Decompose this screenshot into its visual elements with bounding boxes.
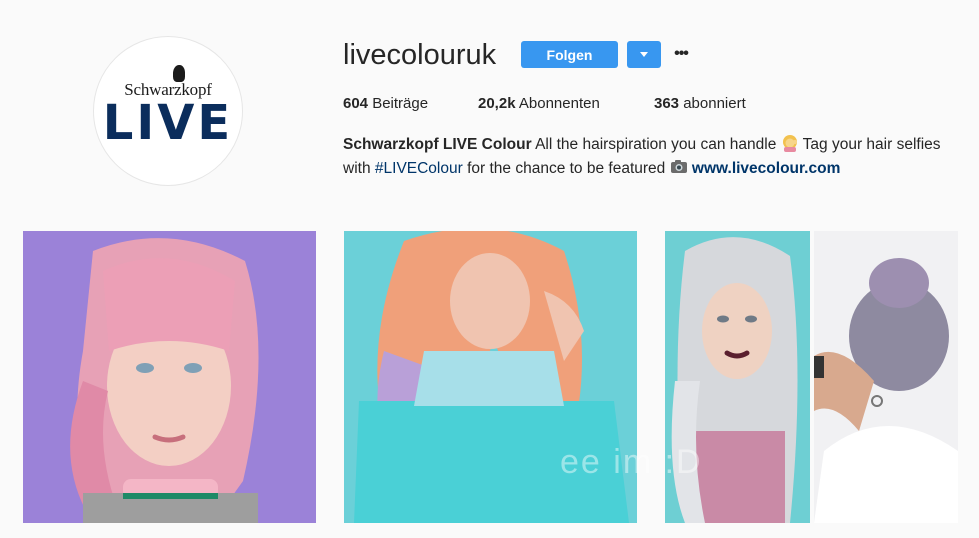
posts-label: Beiträge <box>372 95 429 112</box>
bio-name: Schwarzkopf LIVE Colour <box>343 136 532 153</box>
profile-username: livecolouruk <box>343 39 497 71</box>
stat-followers[interactable]: 20,2k Abonnenten <box>478 94 600 114</box>
woman-tipping-hand-icon <box>782 135 797 152</box>
suggestions-dropdown-button[interactable] <box>627 41 661 68</box>
bio-hashtag-link[interactable]: #LIVEColour <box>375 160 463 177</box>
stat-following[interactable]: 363 abonniert <box>654 94 746 114</box>
profile-avatar[interactable]: Schwarzkopf LIVE <box>93 36 243 186</box>
more-options-button[interactable]: ••• <box>672 43 690 65</box>
silhouette-icon <box>173 65 185 82</box>
followers-label: Abonnenten <box>518 95 600 112</box>
following-count: 363 <box>654 95 680 112</box>
following-label: abonniert <box>683 95 746 112</box>
post-grey-bun-image <box>814 231 958 523</box>
caret-down-icon <box>640 52 648 57</box>
bio-text-3: for the chance to be featured <box>467 160 666 177</box>
watermark-text: ee im :D <box>560 443 703 481</box>
profile-bio: Schwarzkopf LIVE Colour All the hairspir… <box>343 133 943 181</box>
bio-website-link[interactable]: www.livecolour.com <box>692 160 840 177</box>
camera-icon <box>670 160 687 173</box>
posts-count: 604 <box>343 95 369 112</box>
post-tile[interactable] <box>814 231 958 523</box>
bio-text-1: All the hairspiration you can handle <box>535 136 777 153</box>
followers-count: 20,2k <box>478 95 516 112</box>
post-pink-hair-image <box>23 231 316 523</box>
avatar-brand-main: LIVE <box>102 95 234 151</box>
follow-button[interactable]: Folgen <box>521 41 618 68</box>
post-tile[interactable] <box>23 231 316 523</box>
stat-posts: 604 Beiträge <box>343 94 428 114</box>
